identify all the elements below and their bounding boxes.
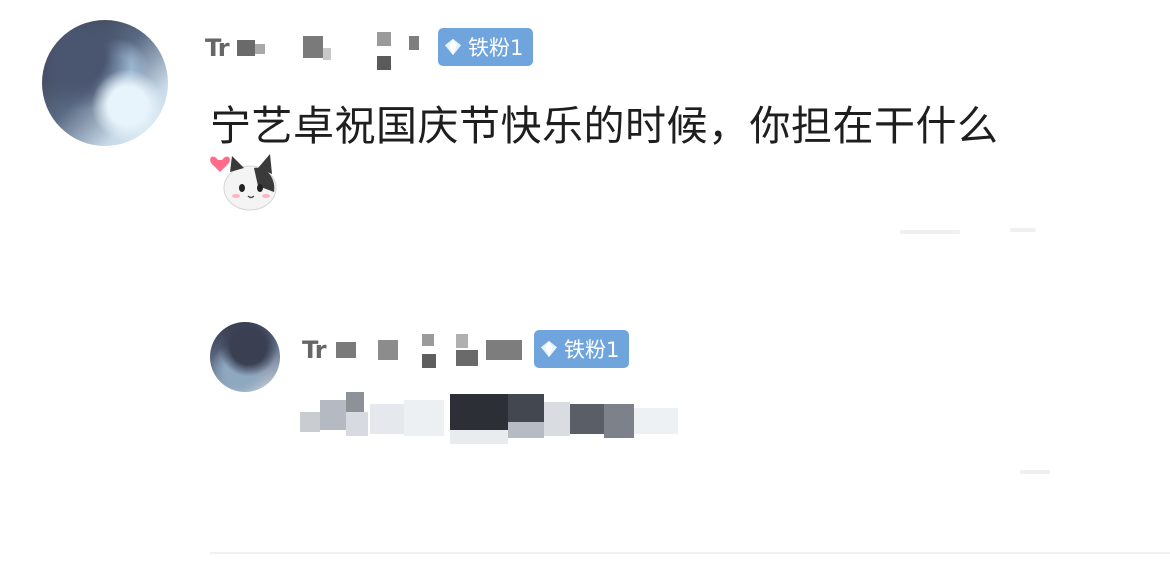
comment-divider <box>210 552 1170 554</box>
comment-user-avatar[interactable] <box>42 20 168 146</box>
reply-username-text: Tr <box>302 336 327 364</box>
reply-user-avatar[interactable] <box>210 322 280 392</box>
fan-badge-label: 铁粉1 <box>468 36 524 60</box>
username-mosaic <box>236 32 419 70</box>
comment-username-text: Tr <box>205 34 230 62</box>
scan-artifact <box>900 230 960 234</box>
comment-text: 宁艺卓祝国庆节快乐的时候，你担在干什么 <box>210 102 999 150</box>
diamond-icon <box>540 340 558 358</box>
scan-artifact <box>1020 470 1050 474</box>
reply-username[interactable]: Tr <box>302 330 526 370</box>
cat-heart-emoji-icon <box>210 154 277 211</box>
fan-badge[interactable]: 铁粉1 <box>534 330 630 368</box>
diamond-icon <box>444 38 462 56</box>
username-mosaic <box>335 334 522 368</box>
scan-artifact <box>1010 228 1036 232</box>
reply-text-redacted <box>300 392 678 444</box>
comment-username[interactable]: Tr <box>205 26 419 70</box>
fan-badge-label: 铁粉1 <box>564 338 620 362</box>
fan-badge[interactable]: 铁粉1 <box>438 28 534 66</box>
